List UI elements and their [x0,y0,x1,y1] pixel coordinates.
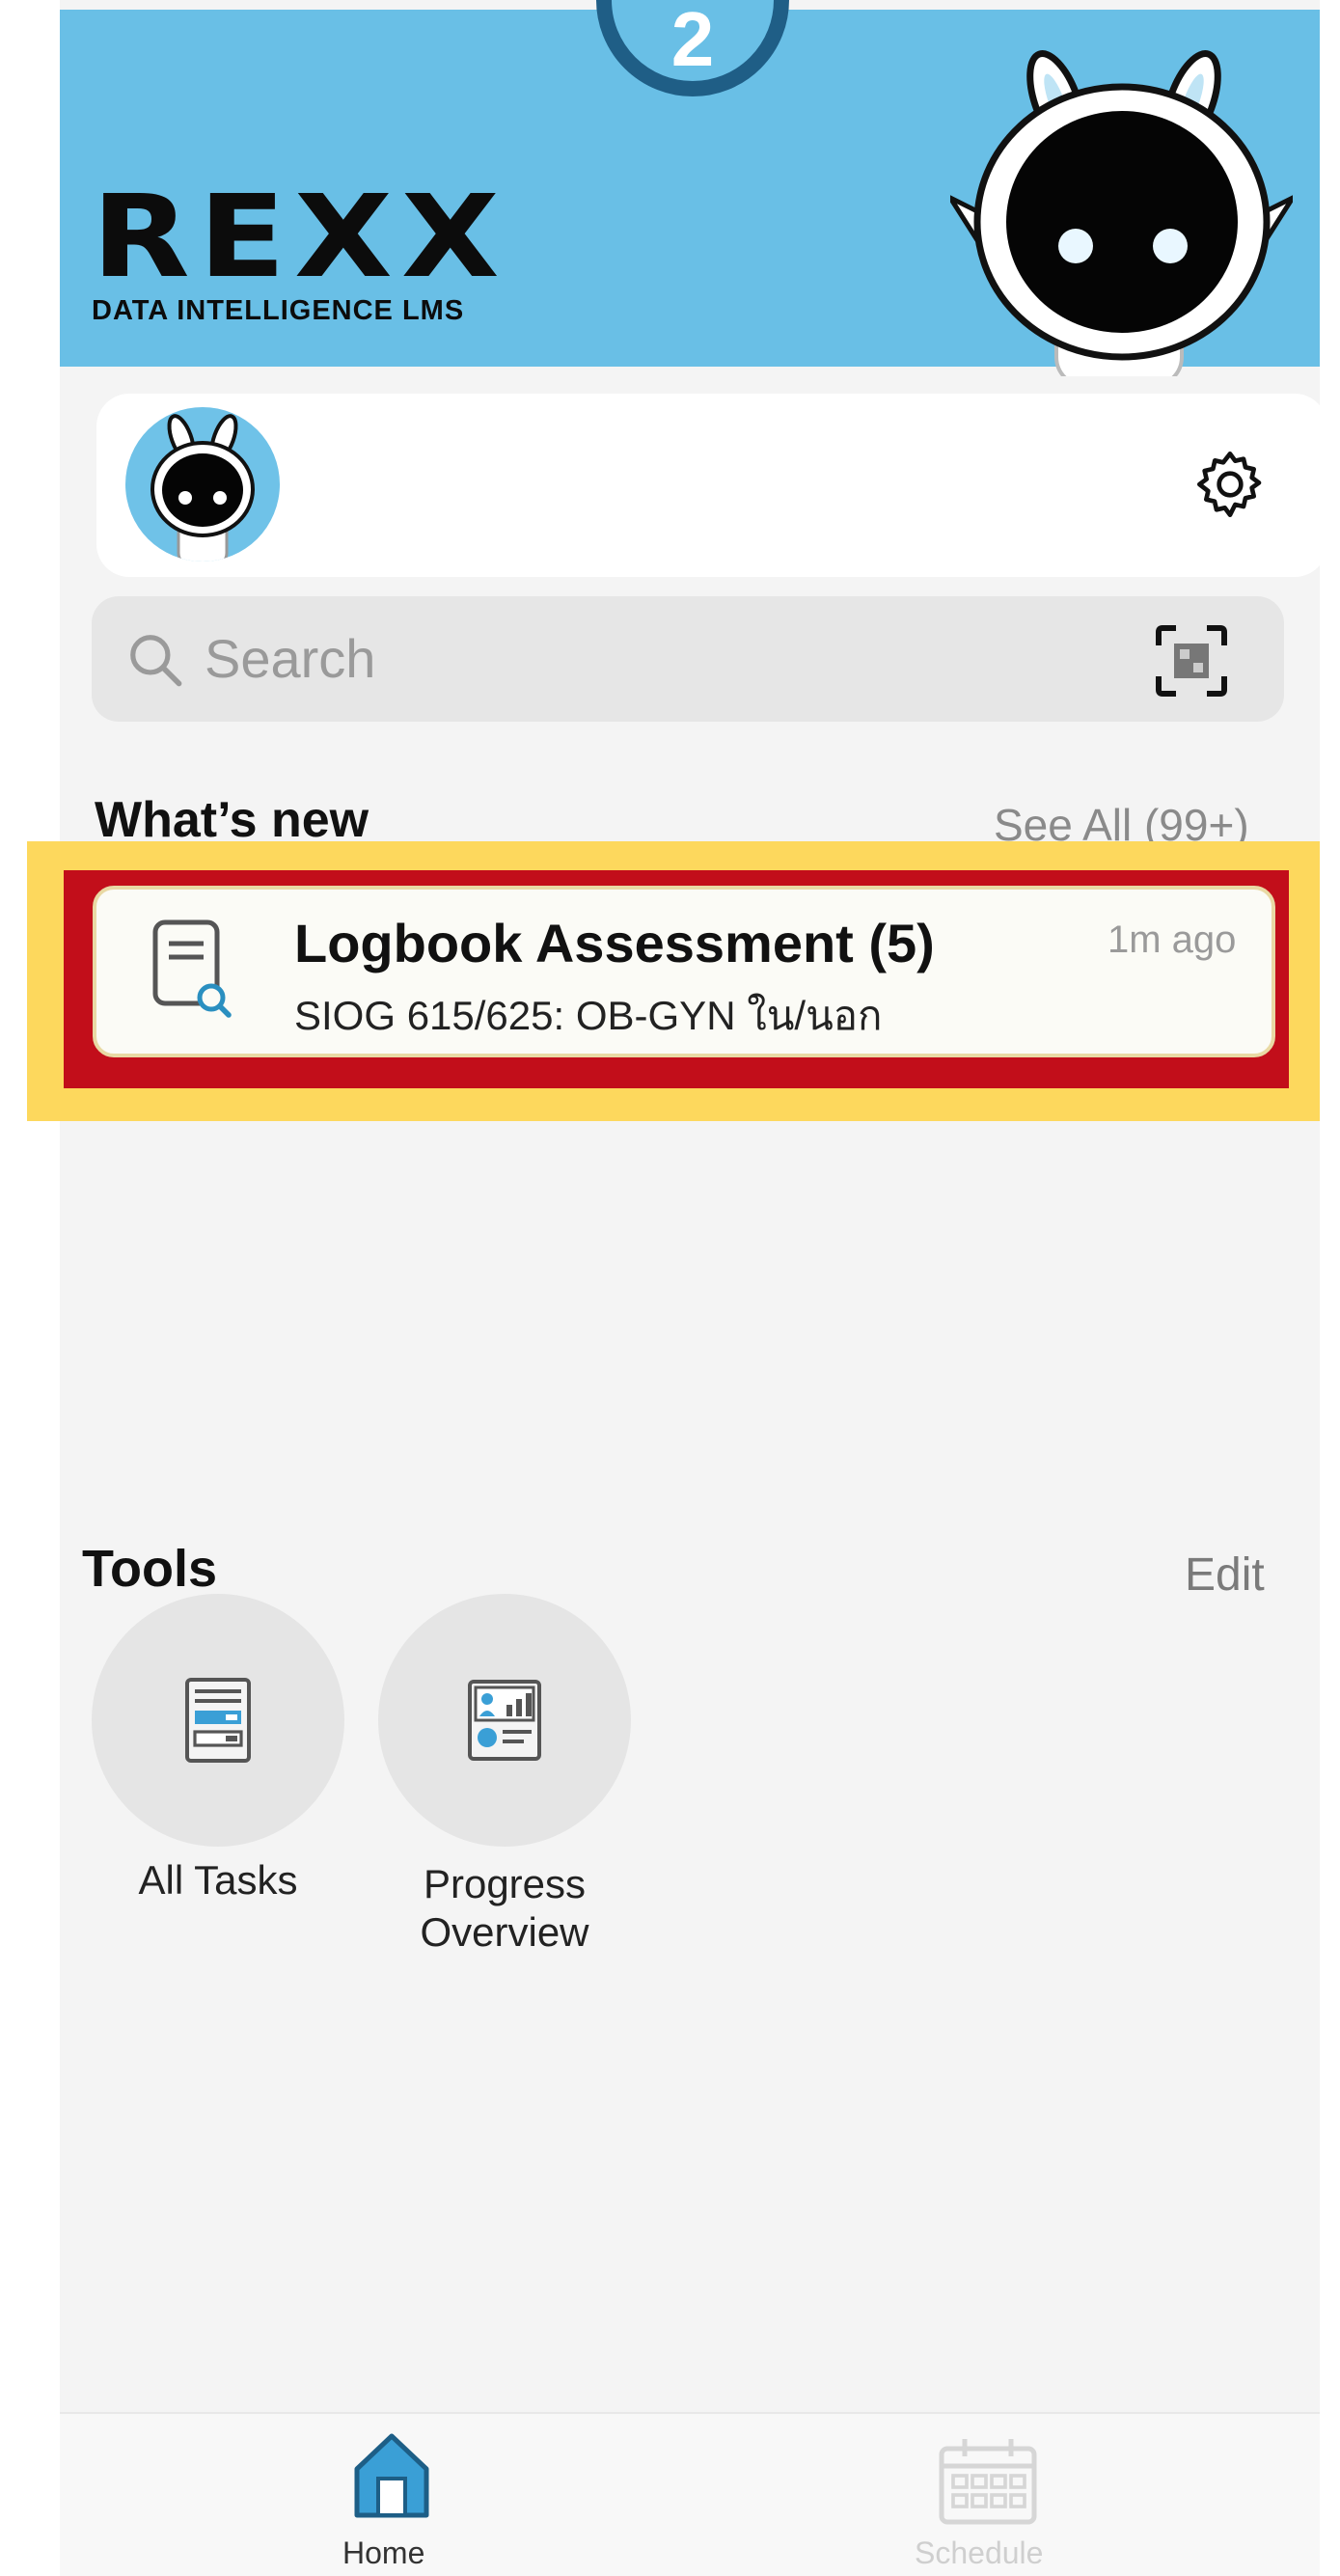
home-icon [354,2433,429,2518]
mascot-illustration [950,50,1293,376]
search-placeholder: Search [205,628,376,689]
edit-tools-link[interactable]: Edit [1185,1548,1265,1602]
whats-new-heading: What’s new [95,792,369,848]
tool-label-progress-overview: Progress Overview [420,1861,589,1955]
progress-overview-icon [468,1680,541,1761]
tool-all-tasks[interactable] [92,1594,344,1847]
qr-scan-icon[interactable] [1153,622,1230,699]
avatar[interactable] [125,407,280,562]
search-icon [130,635,182,687]
profile-bar [96,394,1327,577]
logo-wordmark: REXX [92,170,508,303]
tool-progress-overview[interactable] [378,1594,631,1847]
calendar-icon [939,2439,1037,2525]
item-title: Logbook Assessment (5) [294,913,935,973]
item-subtitle: SIOG 615/625: OB-GYN ใน/นอก [294,993,883,1038]
tool-label-all-tasks: All Tasks [138,1857,298,1903]
gear-icon[interactable] [1191,446,1269,523]
rexx-logo: REXX DATA INTELLIGENCE LMS [92,179,500,327]
tools-heading: Tools [82,1540,217,1598]
logbook-document-icon [152,919,232,1018]
tab-bar [60,2412,1320,2576]
tab-home-label: Home [342,2535,425,2570]
tab-schedule-label: Schedule [915,2535,1044,2570]
all-tasks-icon [185,1678,251,1763]
avatar-mascot-icon [150,414,255,562]
item-timestamp: 1m ago [1108,918,1237,961]
